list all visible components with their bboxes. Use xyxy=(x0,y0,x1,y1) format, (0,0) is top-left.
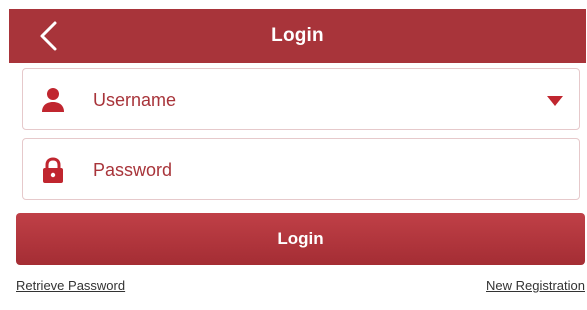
login-button[interactable]: Login xyxy=(16,213,585,265)
page-title: Login xyxy=(271,25,324,46)
username-input[interactable]: Username xyxy=(93,69,176,131)
person-icon xyxy=(42,88,64,112)
triangle-down-icon[interactable] xyxy=(547,96,563,106)
app-header: Login xyxy=(9,9,586,63)
back-button[interactable] xyxy=(35,20,65,52)
retrieve-password-link[interactable]: Retrieve Password xyxy=(16,278,125,293)
password-field[interactable]: Password xyxy=(22,138,580,200)
chevron-left-icon xyxy=(40,21,57,51)
new-registration-link[interactable]: New Registration xyxy=(486,278,585,293)
username-field[interactable]: Username xyxy=(22,68,580,130)
password-input[interactable]: Password xyxy=(93,139,172,201)
lock-icon xyxy=(43,157,63,183)
